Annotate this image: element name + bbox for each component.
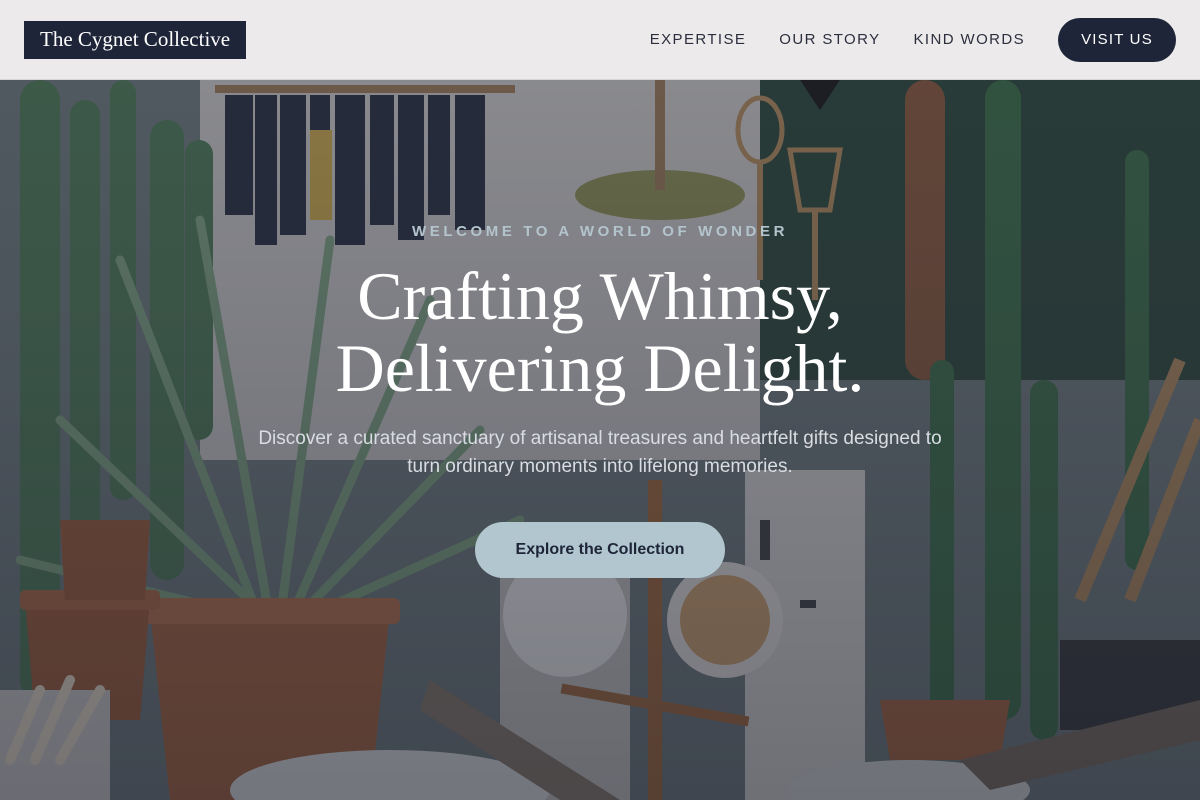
visit-us-button[interactable]: VISIT US xyxy=(1058,17,1176,62)
hero-headline-line-1: Crafting Whimsy, xyxy=(357,258,843,334)
nav-link-kind-words[interactable]: KIND WORDS xyxy=(914,31,1026,48)
nav-link-our-story[interactable]: OUR STORY xyxy=(779,31,880,48)
hero-headline-line-2: Delivering Delight. xyxy=(335,330,865,406)
main-nav: EXPERTISE OUR STORY KIND WORDS VISIT US xyxy=(617,17,1176,62)
hero-eyebrow: WELCOME TO A WORLD OF WONDER xyxy=(411,223,789,240)
nav-link-expertise[interactable]: EXPERTISE xyxy=(650,31,747,48)
hero-headline: Crafting Whimsy, Delivering Delight. xyxy=(0,260,1200,404)
explore-collection-button[interactable]: Explore the Collection xyxy=(475,522,725,578)
site-header: The Cygnet Collective EXPERTISE OUR STOR… xyxy=(0,0,1200,80)
hero-subtext: Discover a curated sanctuary of artisana… xyxy=(258,428,942,477)
hero-section: WELCOME TO A WORLD OF WONDER Crafting Wh… xyxy=(0,80,1200,800)
site-logo[interactable]: The Cygnet Collective xyxy=(24,20,247,59)
